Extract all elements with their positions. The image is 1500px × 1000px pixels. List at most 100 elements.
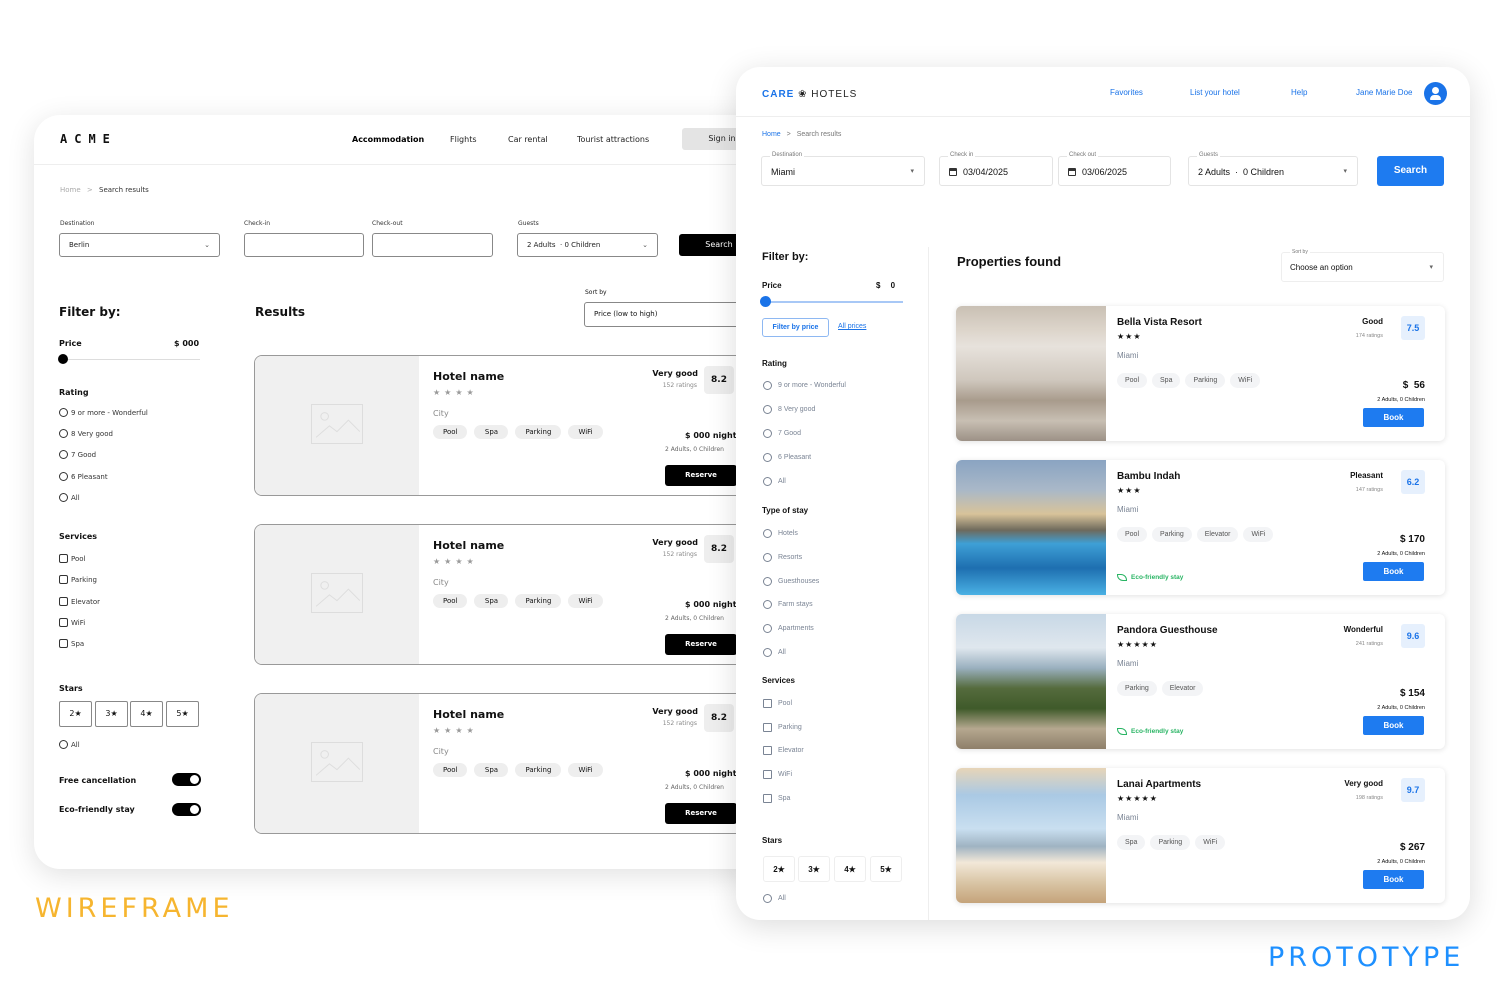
stars-4-button[interactable]: 4★ bbox=[130, 701, 163, 727]
book-button[interactable]: Book bbox=[1363, 562, 1424, 581]
stars-5-button[interactable]: 5★ bbox=[166, 701, 199, 727]
nav-accommodation[interactable]: Accommodation bbox=[352, 135, 424, 144]
option-label: 9 or more - Wonderful bbox=[778, 382, 846, 389]
rating-option[interactable]: All bbox=[59, 493, 80, 502]
service-checkbox[interactable]: WiFi bbox=[59, 618, 85, 627]
nav-tourist-attractions[interactable]: Tourist attractions bbox=[577, 135, 649, 144]
service-checkbox[interactable]: Parking bbox=[59, 575, 97, 584]
user-name[interactable]: Jane Marie Doe bbox=[1356, 88, 1412, 97]
stars-5-button[interactable]: 5★ bbox=[870, 856, 902, 882]
price-slider-handle[interactable] bbox=[760, 296, 771, 307]
stars-4-button[interactable]: 4★ bbox=[834, 856, 866, 882]
service-checkbox[interactable]: Elevator bbox=[59, 597, 100, 606]
search-button[interactable]: Search bbox=[1377, 156, 1444, 186]
hotel-name[interactable]: Hotel name bbox=[433, 539, 504, 552]
nav-favorites[interactable]: Favorites bbox=[1110, 88, 1143, 97]
amenity-tags: Parking Elevator bbox=[1117, 681, 1204, 696]
stars-2-button[interactable]: 2★ bbox=[763, 856, 795, 882]
type-option[interactable]: All bbox=[763, 648, 786, 657]
reserve-button[interactable]: Reserve bbox=[665, 465, 737, 486]
sort-select[interactable]: Price (low to high) bbox=[584, 302, 754, 327]
all-prices-link[interactable]: All prices bbox=[838, 323, 866, 330]
rating-option[interactable]: 9 or more - Wonderful bbox=[763, 381, 846, 390]
amenity-tag: Parking bbox=[515, 425, 562, 439]
hotel-name[interactable]: Pandora Guesthouse bbox=[1117, 625, 1218, 636]
type-option[interactable]: Hotels bbox=[763, 529, 798, 538]
rating-option[interactable]: 8 Very good bbox=[59, 429, 113, 438]
filter-title: Filter by: bbox=[59, 305, 121, 319]
free-cancellation-toggle[interactable] bbox=[172, 773, 201, 786]
guests-select[interactable]: Guests 2 Adults · 0 Children ▾ bbox=[1188, 151, 1358, 186]
garden-terrace-photo[interactable] bbox=[956, 614, 1106, 749]
type-option[interactable]: Apartments bbox=[763, 624, 814, 633]
rating-text: Very good bbox=[652, 538, 698, 547]
eco-friendly-toggle[interactable] bbox=[172, 803, 201, 816]
price-slider-handle[interactable] bbox=[58, 354, 68, 364]
hotel-card[interactable]: Hotel name ★★★★ City Pool Spa Parking WiFi … bbox=[254, 355, 774, 496]
rating-option[interactable]: 9 or more - Wonderful bbox=[59, 408, 148, 417]
hotel-name[interactable]: Hotel name bbox=[433, 370, 504, 383]
seaview-bedroom-photo[interactable] bbox=[956, 768, 1106, 903]
breadcrumb-home[interactable]: Home bbox=[762, 131, 781, 138]
user-avatar-icon[interactable] bbox=[1424, 82, 1447, 105]
stars-all-option[interactable]: All bbox=[763, 894, 786, 903]
reserve-button[interactable]: Reserve bbox=[665, 803, 737, 824]
price-slider-track[interactable] bbox=[60, 359, 200, 360]
service-checkbox[interactable]: Spa bbox=[59, 639, 84, 648]
destination-select[interactable]: Destination Miami ▾ bbox=[761, 151, 925, 186]
amenity-tag: WiFi bbox=[568, 425, 603, 439]
guests-select[interactable]: 2 Adults · 0 Children ⌄ bbox=[517, 233, 658, 257]
service-checkbox[interactable]: Pool bbox=[763, 699, 792, 708]
filter-by-price-button[interactable]: Filter by price bbox=[762, 318, 829, 337]
hotel-card[interactable]: Bella Vista Resort ★★★ Miami Pool Spa Park… bbox=[956, 306, 1445, 441]
stars-3-button[interactable]: 3★ bbox=[798, 856, 830, 882]
sort-label: Sort by bbox=[585, 289, 607, 296]
hotel-card[interactable]: Bambu Indah ★★★ Miami Pool Parking Elevato… bbox=[956, 460, 1445, 595]
hotel-name[interactable]: Lanai Apartments bbox=[1117, 779, 1201, 790]
nav-flights[interactable]: Flights bbox=[450, 135, 477, 144]
nav-car-rental[interactable]: Car rental bbox=[508, 135, 548, 144]
book-button[interactable]: Book bbox=[1363, 870, 1424, 889]
service-checkbox[interactable]: Elevator bbox=[763, 746, 804, 755]
checkout-field[interactable] bbox=[372, 233, 493, 257]
nav-list-your-hotel[interactable]: List your hotel bbox=[1190, 88, 1240, 97]
checkout-field[interactable]: Check out 03/06/2025 bbox=[1058, 151, 1171, 186]
service-checkbox[interactable]: Spa bbox=[763, 794, 790, 803]
service-checkbox[interactable]: Pool bbox=[59, 554, 85, 563]
stars-2-button[interactable]: 2★ bbox=[59, 701, 92, 727]
hotel-card[interactable]: Pandora Guesthouse ★★★★★ Miami Parking El… bbox=[956, 614, 1445, 749]
book-button[interactable]: Book bbox=[1363, 408, 1424, 427]
hotel-name[interactable]: Bella Vista Resort bbox=[1117, 317, 1202, 328]
stars-3-button[interactable]: 3★ bbox=[95, 701, 128, 727]
type-option[interactable]: Farm stays bbox=[763, 600, 813, 609]
book-button[interactable]: Book bbox=[1363, 716, 1424, 735]
service-checkbox[interactable]: WiFi bbox=[763, 770, 792, 779]
hotel-bedroom-photo[interactable] bbox=[956, 306, 1106, 441]
hotel-name[interactable]: Bambu Indah bbox=[1117, 471, 1180, 482]
checkin-field[interactable] bbox=[244, 233, 364, 257]
hotel-name[interactable]: Hotel name bbox=[433, 708, 504, 721]
nav-help[interactable]: Help bbox=[1291, 88, 1307, 97]
resort-pool-photo[interactable] bbox=[956, 460, 1106, 595]
hotel-card[interactable]: Hotel name ★★★★ City Pool Spa Parking WiFi … bbox=[254, 693, 774, 834]
rating-option[interactable]: 7 Good bbox=[59, 450, 96, 459]
type-option[interactable]: Resorts bbox=[763, 553, 802, 562]
service-checkbox[interactable]: Parking bbox=[763, 723, 802, 732]
sort-select[interactable]: Sort by Choose an option ▾ bbox=[1281, 248, 1444, 282]
rating-option[interactable]: 7 Good bbox=[763, 429, 801, 438]
checkin-field[interactable]: Check in 03/04/2025 bbox=[939, 151, 1053, 186]
rating-option[interactable]: 8 Very good bbox=[763, 405, 815, 414]
stars-all-option[interactable]: All bbox=[59, 740, 80, 749]
reserve-button[interactable]: Reserve bbox=[665, 634, 737, 655]
destination-select[interactable]: Berlin ⌄ bbox=[59, 233, 220, 257]
hotel-card[interactable]: Lanai Apartments ★★★★★ Miami Spa Parking W… bbox=[956, 768, 1445, 903]
rating-option[interactable]: All bbox=[763, 477, 786, 486]
care-hotels-logo[interactable]: CARE ❀ HOTELS bbox=[762, 89, 857, 100]
acme-logo[interactable]: ACME bbox=[60, 132, 117, 146]
rating-option[interactable]: 6 Pleasant bbox=[59, 472, 108, 481]
breadcrumb-home[interactable]: Home bbox=[60, 186, 81, 194]
rating-option[interactable]: 6 Pleasant bbox=[763, 453, 811, 462]
type-option[interactable]: Guesthouses bbox=[763, 577, 819, 586]
hotel-card[interactable]: Hotel name ★★★★ City Pool Spa Parking WiFi … bbox=[254, 524, 774, 665]
price-slider-track[interactable] bbox=[766, 301, 903, 303]
